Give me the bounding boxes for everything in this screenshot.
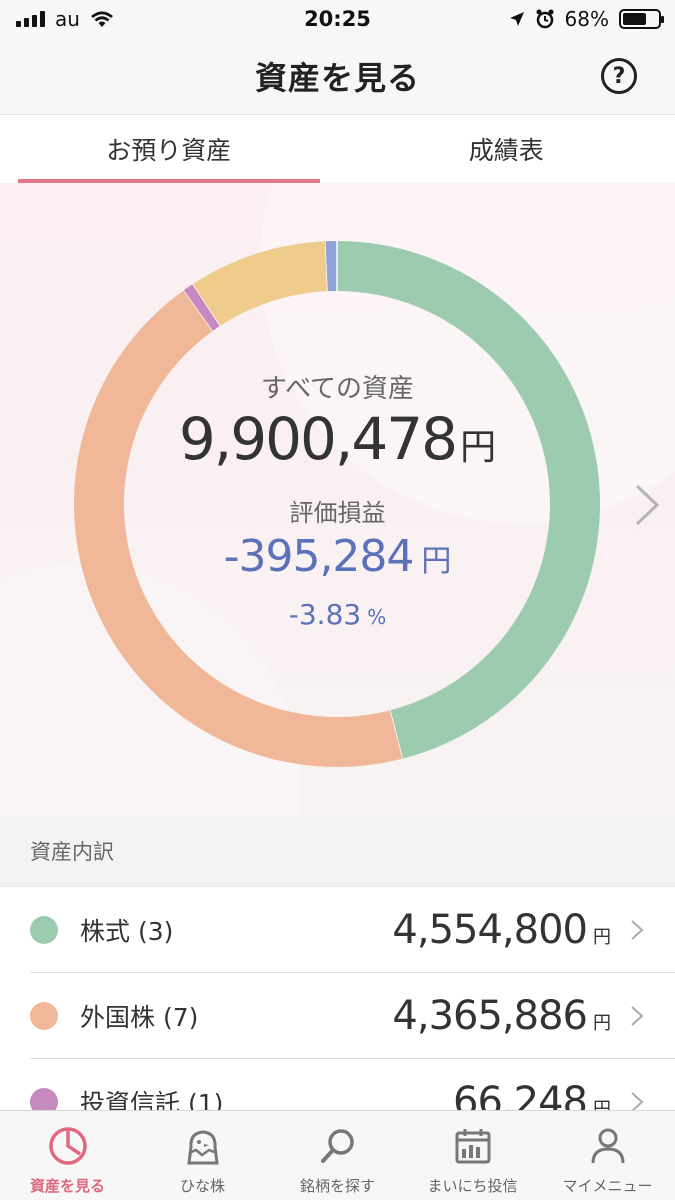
profit-loss-percent-value: -3.83 — [288, 598, 362, 631]
profit-loss-percent-unit: % — [367, 605, 387, 629]
help-button[interactable]: ? — [601, 58, 637, 94]
category-amount: 4,554,800 — [392, 906, 588, 953]
search-icon — [320, 1129, 354, 1163]
total-assets-value: 9,900,478 円 — [0, 405, 675, 473]
bottom-nav: 資産を見る ひな株 銘柄を探す まいにち投信 マイメニュー — [0, 1110, 675, 1200]
nav-search-stocks[interactable]: 銘柄を探す — [270, 1111, 405, 1200]
battery-icon — [619, 9, 664, 29]
tab-label: お預り資産 — [106, 136, 232, 165]
category-unit: 円 — [593, 1012, 611, 1034]
help-icon: ? — [612, 63, 626, 89]
nav-label: ひな株 — [179, 1177, 225, 1195]
tab-deposits[interactable]: お預り資産 — [0, 115, 338, 183]
nav-label: まいにち投信 — [427, 1177, 518, 1195]
chevron-right-icon — [631, 1005, 644, 1026]
category-color-dot — [30, 1001, 58, 1030]
breakdown-list: 株式 (3) 4,554,800 円 外国株 (7) 4,365,886 円 投… — [0, 887, 675, 1145]
nav-label: 資産を見る — [29, 1177, 105, 1195]
profit-loss-percent: -3.83% — [0, 598, 675, 631]
breakdown-section-header: 資産内訳 — [0, 815, 675, 887]
chevron-right-icon — [631, 919, 644, 940]
donut-slice — [192, 241, 329, 327]
nav-label: 銘柄を探す — [299, 1177, 375, 1195]
carrier-label: au — [55, 7, 80, 31]
profit-loss-amount: -395,284 — [223, 531, 415, 582]
calendar-icon — [455, 1129, 490, 1164]
chevron-right-icon[interactable] — [633, 483, 661, 527]
breakdown-row-foreign-stocks[interactable]: 外国株 (7) 4,365,886 円 — [30, 973, 675, 1059]
person-icon — [591, 1128, 624, 1164]
battery-fill — [623, 13, 647, 25]
chick-icon — [186, 1130, 219, 1165]
app-header: 資産を見る ? — [0, 38, 675, 115]
pie-chart-icon — [48, 1127, 87, 1165]
tab-performance[interactable]: 成績表 — [338, 115, 675, 183]
status-bar: au 20:25 68% — [0, 0, 675, 38]
wifi-icon — [90, 11, 113, 27]
page-title: 資産を見る — [254, 59, 420, 97]
category-label: 外国株 (7) — [80, 1002, 199, 1032]
category-label: 株式 (3) — [80, 916, 174, 946]
section-title: 資産内訳 — [30, 839, 114, 864]
status-time: 20:25 — [304, 7, 371, 31]
signal-icon — [16, 11, 45, 27]
tab-bar: お預り資産 成績表 — [0, 115, 675, 183]
profit-loss-value: -395,284 円 — [0, 531, 675, 582]
nav-hina-kabu[interactable]: ひな株 — [135, 1111, 270, 1200]
nav-my-menu[interactable]: マイメニュー — [540, 1111, 675, 1200]
total-assets-label: すべての資産 — [260, 374, 415, 404]
nav-view-assets[interactable]: 資産を見る — [0, 1111, 135, 1200]
nav-daily-trust[interactable]: まいにち投信 — [405, 1111, 540, 1200]
category-color-dot — [30, 915, 58, 944]
category-unit: 円 — [593, 926, 611, 948]
alarm-icon — [536, 9, 554, 29]
location-arrow-icon — [509, 12, 524, 26]
total-assets-amount: 9,900,478 — [178, 405, 458, 473]
total-assets-unit: 円 — [460, 427, 497, 468]
tab-label: 成績表 — [468, 136, 544, 165]
profit-loss-unit: 円 — [421, 544, 452, 579]
profit-loss-label: 評価損益 — [289, 499, 386, 527]
battery-percent: 68% — [564, 7, 609, 31]
asset-summary-chart[interactable]: すべての資産 9,900,478 円 評価損益 -395,284 円 -3.83% — [0, 183, 675, 815]
category-amount: 4,365,886 — [392, 992, 588, 1039]
donut-slice — [183, 283, 221, 331]
breakdown-row-stocks[interactable]: 株式 (3) 4,554,800 円 — [30, 887, 675, 973]
nav-label: マイメニュー — [562, 1177, 653, 1195]
